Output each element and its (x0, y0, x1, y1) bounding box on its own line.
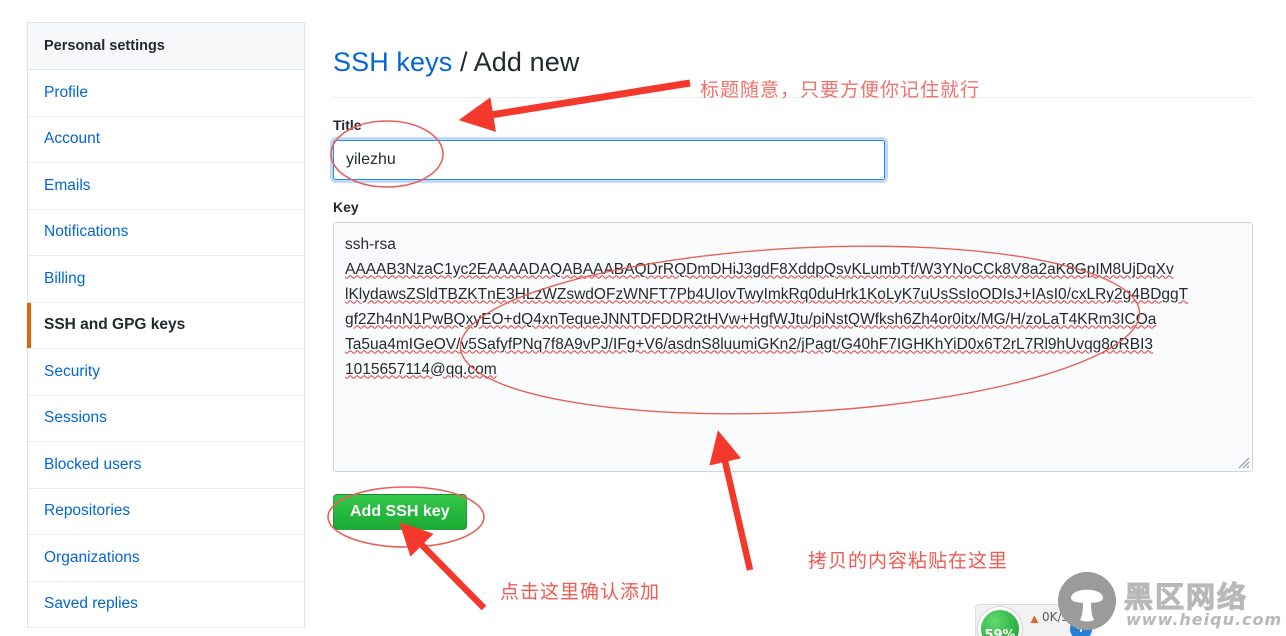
ssh-key-title-input[interactable] (333, 139, 885, 180)
sidebar-item-label: Emails (44, 176, 91, 194)
key-textarea-wrapper: ssh-rsa AAAAB3NzaC1yc2EAAAADAQABAAABAQDrR… (333, 221, 1253, 472)
sidebar-item-list: Profile Account Emails Notifications Billing… (27, 70, 304, 628)
breadcrumb-ssh-keys-link[interactable]: SSH keys (333, 47, 452, 77)
sidebar-item-sessions[interactable]: Sessions (28, 395, 304, 442)
sidebar-item-label: Notifications (44, 223, 129, 241)
sidebar-item-notifications[interactable]: Notifications (28, 209, 304, 256)
breadcrumb-separator: / (452, 47, 474, 78)
key-line: Ta5ua4mIGeOV/v5SafyfPNq7f8A9vPJ/IFg+V6/a… (345, 335, 1154, 353)
add-ssh-key-button[interactable]: Add SSH key (333, 493, 467, 530)
upload-arrow-icon: ▲ (1028, 611, 1041, 626)
sidebar-item-label: Account (44, 130, 101, 148)
personal-settings-sidebar: Personal settings Profile Account Emails No… (27, 22, 305, 628)
key-field-label: Key (333, 198, 359, 215)
annotation-note: 点击这里确认添加 (500, 581, 661, 603)
key-line: gf2Zh4nN1PwBQxyEO+dQ4xnTequeJNNTDFDDR2tH… (345, 310, 1157, 328)
ssh-key-textarea[interactable]: ssh-rsa AAAAB3NzaC1yc2EAAAADAQABAAABAQDrR… (333, 221, 1253, 472)
cpu-usage-dial: 59% (978, 607, 1022, 636)
sidebar-item-label: Sessions (44, 409, 107, 427)
mushroom-logo-icon (1058, 572, 1116, 630)
sidebar-item-label: Profile (44, 83, 88, 101)
sidebar-item-profile[interactable]: Profile (28, 70, 304, 117)
annotation-arrow-button (399, 522, 487, 611)
sidebar-item-security[interactable]: Security (28, 349, 304, 396)
sidebar-item-label: Repositories (44, 502, 131, 520)
sidebar-item-repositories[interactable]: Repositories (28, 488, 304, 535)
page-title: SSH keys / Add new (333, 40, 1255, 78)
key-line: 1015657114@qq.com (345, 360, 497, 378)
sidebar-item-label: SSH and GPG keys (44, 316, 186, 334)
sidebar-item-billing[interactable]: Billing (28, 256, 304, 303)
sidebar-item-label: Organizations (44, 548, 140, 566)
page-root: Personal settings Profile Account Emails No… (0, 0, 1286, 636)
title-input-wrapper (333, 139, 885, 180)
sidebar-item-label: Security (44, 362, 100, 380)
breadcrumb-current: Add new (473, 47, 580, 78)
key-line: lKlydawsZSldTBZKTnE3HLzWZswdOFzWNFT7Pb4U… (345, 285, 1189, 303)
sidebar-item-label: Blocked users (44, 455, 142, 473)
sidebar-item-blocked-users[interactable]: Blocked users (28, 442, 304, 489)
sidebar-item-label: Billing (44, 269, 86, 287)
title-field-label: Title (333, 116, 362, 133)
sidebar-item-organizations[interactable]: Organizations (28, 535, 304, 582)
sidebar-item-ssh-and-gpg-keys[interactable]: SSH and GPG keys (27, 302, 304, 349)
watermark-url: www.heiqu.com (1126, 610, 1283, 629)
site-watermark: 黑区网络 www.heiqu.com (1058, 572, 1286, 636)
sidebar-header: Personal settings (28, 23, 304, 70)
sidebar-item-emails[interactable]: Emails (28, 163, 304, 210)
key-line: AAAAB3NzaC1yc2EAAAADAQABAAABAQDrRQDmDHiJ… (345, 260, 1174, 278)
key-line: ssh-rsa (345, 235, 396, 253)
annotation-note: 标题随意，只要方便你记住就行 (700, 79, 981, 101)
sidebar-item-account[interactable]: Account (28, 116, 304, 163)
annotation-note: 拷贝的内容粘贴在这里 (808, 550, 1009, 572)
sidebar-item-label: Saved replies (44, 595, 138, 613)
sidebar-item-saved-replies[interactable]: Saved replies (28, 581, 304, 628)
